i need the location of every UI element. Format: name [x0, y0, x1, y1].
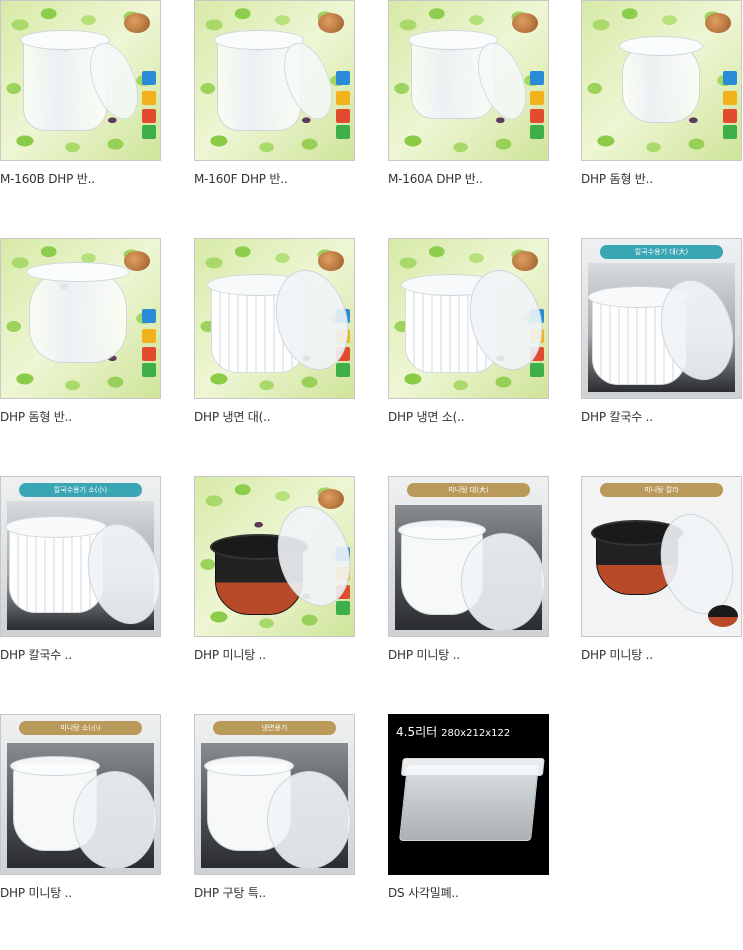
product-name-link[interactable]: DHP 냉면 소(..: [388, 408, 551, 425]
product-name-link[interactable]: DHP 칼국수 ..: [0, 646, 163, 663]
product-thumbnail[interactable]: [194, 0, 355, 161]
product-thumbnail[interactable]: [194, 238, 355, 399]
product-banner: 미니탕 소(小): [19, 721, 142, 735]
product-name-link[interactable]: DHP 냉면 대(..: [194, 408, 357, 425]
photo-title: 4.5리터: [396, 725, 438, 739]
product-name-link[interactable]: DHP 미니탕 ..: [0, 884, 163, 901]
product-thumbnail[interactable]: 칼국수용기 대(大): [581, 238, 742, 399]
product-thumbnail[interactable]: [388, 238, 549, 399]
product-card[interactable]: 4.5리터 280x212x122 DS 사각밀폐..: [388, 714, 551, 901]
product-card[interactable]: DHP 돔형 반..: [0, 238, 163, 425]
product-thumbnail[interactable]: [581, 0, 742, 161]
product-card[interactable]: DHP 냉면 대(..: [194, 238, 357, 425]
product-card[interactable]: 칼국수용기 대(大) DHP 칼국수 ..: [581, 238, 743, 425]
product-card[interactable]: M-160F DHP 반..: [194, 0, 357, 187]
product-name-link[interactable]: DHP 돔형 반..: [0, 408, 163, 425]
product-thumbnail[interactable]: 미니탕 대(大): [388, 476, 549, 637]
product-thumbnail[interactable]: [0, 0, 161, 161]
product-card[interactable]: 냉면용기 DHP 구탕 특..: [194, 714, 357, 901]
product-name-link[interactable]: DHP 칼국수 ..: [581, 408, 743, 425]
product-thumbnail[interactable]: 미니탕 칼라: [581, 476, 742, 637]
product-name-link[interactable]: M-160A DHP 반..: [388, 170, 551, 187]
product-thumbnail[interactable]: [0, 238, 161, 399]
product-name-link[interactable]: M-160B DHP 반..: [0, 170, 163, 187]
product-name-link[interactable]: DHP 미니탕 ..: [194, 646, 357, 663]
product-banner: 칼국수용기 대(大): [600, 245, 723, 259]
product-banner: 미니탕 대(大): [407, 483, 530, 497]
product-card[interactable]: M-160B DHP 반..: [0, 0, 163, 187]
product-name-link[interactable]: DHP 미니탕 ..: [388, 646, 551, 663]
product-card[interactable]: 미니탕 대(大) DHP 미니탕 ..: [388, 476, 551, 663]
product-banner: 미니탕 칼라: [600, 483, 723, 497]
product-card[interactable]: 칼국수용기 소(小) DHP 칼국수 ..: [0, 476, 163, 663]
product-card[interactable]: DHP 미니탕 ..: [194, 476, 357, 663]
photo-dimensions: 280x212x122: [441, 728, 511, 739]
product-banner: 냉면용기: [213, 721, 336, 735]
product-card[interactable]: DHP 돔형 반..: [581, 0, 743, 187]
product-name-link[interactable]: DHP 구탕 특..: [194, 884, 357, 901]
product-thumbnail[interactable]: 칼국수용기 소(小): [0, 476, 161, 637]
product-name-link[interactable]: DHP 돔형 반..: [581, 170, 743, 187]
product-name-link[interactable]: DS 사각밀폐..: [388, 884, 551, 901]
product-thumbnail[interactable]: [388, 0, 549, 161]
product-banner: 칼국수용기 소(小): [19, 483, 142, 497]
product-thumbnail[interactable]: 4.5리터 280x212x122: [388, 714, 549, 875]
product-thumbnail[interactable]: [194, 476, 355, 637]
product-card[interactable]: DHP 냉면 소(..: [388, 238, 551, 425]
product-name-link[interactable]: DHP 미니탕 ..: [581, 646, 743, 663]
product-card[interactable]: 미니탕 소(小) DHP 미니탕 ..: [0, 714, 163, 901]
product-grid: M-160B DHP 반.. M-160F DHP 반.. M-160A DHP…: [0, 0, 743, 950]
product-card[interactable]: M-160A DHP 반..: [388, 0, 551, 187]
product-name-link[interactable]: M-160F DHP 반..: [194, 170, 357, 187]
product-card[interactable]: 미니탕 칼라 DHP 미니탕 ..: [581, 476, 743, 663]
product-thumbnail[interactable]: 냉면용기: [194, 714, 355, 875]
product-thumbnail[interactable]: 미니탕 소(小): [0, 714, 161, 875]
